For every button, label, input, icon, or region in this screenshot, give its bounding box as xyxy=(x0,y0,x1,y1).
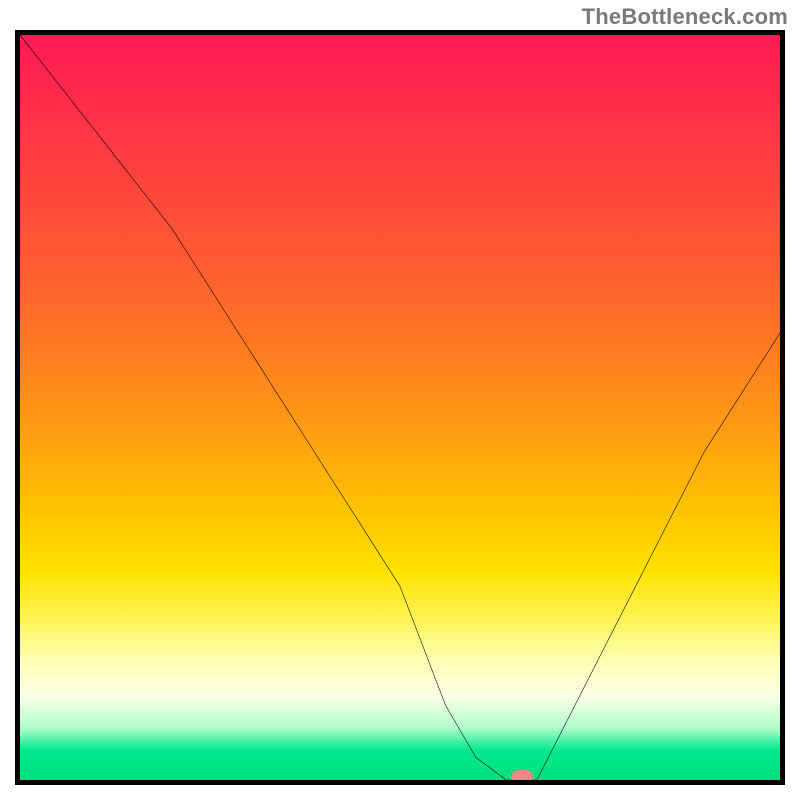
attribution-text: TheBottleneck.com xyxy=(582,4,788,30)
chart-frame: TheBottleneck.com xyxy=(0,0,800,800)
bottleneck-curve xyxy=(20,35,780,780)
optimal-marker xyxy=(511,770,533,784)
plot-area xyxy=(15,30,785,785)
